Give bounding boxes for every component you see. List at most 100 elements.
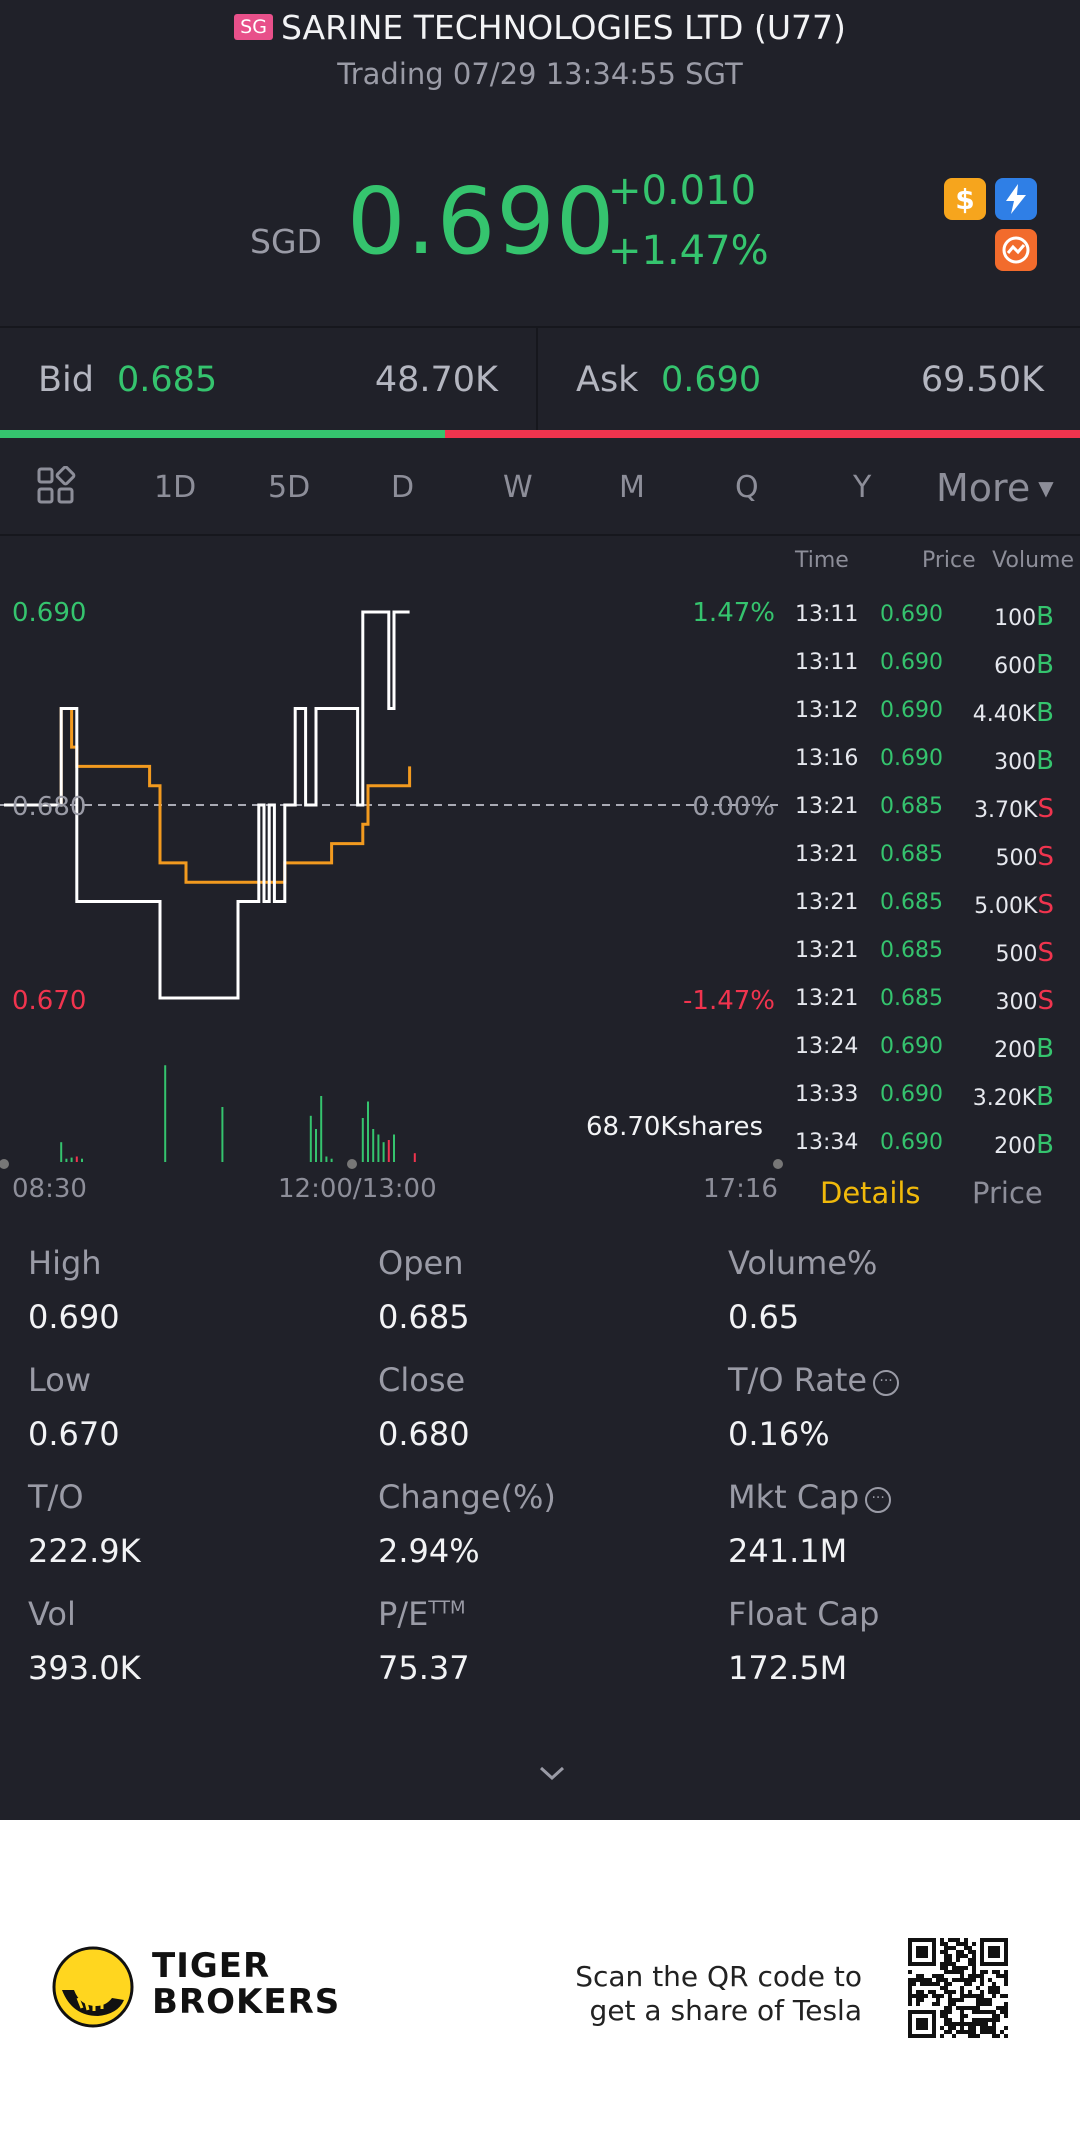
qr-module [976, 1974, 980, 1978]
tab-q[interactable]: Q [735, 470, 759, 505]
qr-module [948, 2002, 952, 2006]
qr-module [920, 1978, 924, 1982]
qr-module [940, 2026, 944, 2030]
tick-volume: 200B [994, 1130, 1054, 1160]
qr-module [952, 1998, 956, 2002]
dollar-icon[interactable]: $ [944, 178, 986, 220]
tab-y[interactable]: Y [853, 470, 871, 505]
qr-module [944, 1978, 948, 1982]
qr-module [956, 1954, 960, 1958]
qr-module [908, 2002, 912, 2006]
stat-label-text: Close [378, 1361, 466, 1399]
qr-module [916, 2002, 920, 2006]
qr-finder [916, 2018, 928, 2030]
qr-module [960, 1950, 964, 1954]
market-badge: SG [234, 14, 273, 40]
tab-price[interactable]: Price [972, 1176, 1043, 1210]
qr-module [952, 1978, 956, 1982]
qr-module [972, 2026, 976, 2030]
tick-side: S [1037, 842, 1054, 872]
lightning-icon[interactable] [995, 178, 1037, 220]
qr-module [972, 1974, 976, 1978]
more-periods-dropdown[interactable]: More ▼ [936, 466, 1054, 510]
tab-1d[interactable]: 1D [154, 470, 196, 505]
tab-m[interactable]: M [619, 470, 645, 505]
qr-module [968, 1962, 972, 1966]
tab-5d[interactable]: 5D [268, 470, 310, 505]
qr-module [944, 2022, 948, 2026]
qr-module [996, 2014, 1000, 2018]
qr-module [936, 1994, 940, 1998]
tick-time: 13:21 [795, 890, 859, 915]
bid-price: 0.685 [117, 360, 218, 400]
qr-module [1004, 1982, 1008, 1986]
qr-module [988, 1986, 992, 1990]
qr-module [924, 1978, 928, 1982]
stat-label: Volume% [728, 1244, 877, 1282]
qr-module [1004, 2026, 1008, 2030]
qr-module [960, 1970, 964, 1974]
tab-w[interactable]: W [503, 470, 533, 505]
qr-module [940, 1986, 944, 1990]
qr-module [948, 1970, 952, 1974]
grid-layout-icon[interactable] [36, 465, 76, 510]
tick-time: 13:33 [795, 1082, 859, 1107]
qr-module [988, 2010, 992, 2014]
tick-volume-value: 200 [994, 1038, 1037, 1063]
qr-module [1004, 2034, 1008, 2038]
qr-module [916, 1998, 920, 2002]
intraday-chart[interactable] [0, 540, 790, 1170]
qr-module [964, 2022, 968, 2026]
info-icon[interactable]: ··· [865, 1487, 892, 1513]
pe-ttm-superscript: TTM [428, 1597, 466, 1619]
info-icon[interactable]: ··· [873, 1370, 900, 1396]
chevron-down-icon[interactable] [535, 1762, 569, 1788]
qr-module [956, 2022, 960, 2026]
tick-time: 13:11 [795, 650, 859, 675]
qr-module [940, 1950, 944, 1954]
stat-label-text: Mkt Cap [728, 1478, 860, 1516]
tab-details[interactable]: Details [820, 1176, 921, 1210]
qr-module [948, 2018, 952, 2022]
tick-price: 0.690 [880, 602, 943, 627]
qr-module [928, 1990, 932, 1994]
stat-value: 75.37 [378, 1649, 470, 1687]
qr-module [964, 1938, 968, 1942]
tick-volume-value: 3.70K [974, 798, 1038, 823]
ticks-header-volume: Volume [992, 548, 1074, 573]
chart-badge-icon[interactable] [995, 229, 1037, 271]
stat-label-text: High [28, 1244, 102, 1282]
tick-time: 13:21 [795, 986, 859, 1011]
tiger-brokers-brand: TIGER BROKERS [152, 1948, 340, 2020]
qr-module [976, 2010, 980, 2014]
tick-time: 13:21 [795, 794, 859, 819]
qr-module [936, 1978, 940, 1982]
stock-name: SARINE TECHNOLOGIES LTD (U77) [280, 8, 846, 47]
stat-label-text: Open [378, 1244, 464, 1282]
qr-module [968, 2030, 972, 2034]
qr-module [932, 1994, 936, 1998]
qr-module [916, 1990, 920, 1994]
qr-module [936, 1998, 940, 2002]
qr-module [956, 2030, 960, 2034]
qr-module [972, 2030, 976, 2034]
stat-value: 222.9K [28, 1532, 141, 1570]
tick-price: 0.690 [880, 1082, 943, 1107]
brand-line2: BROKERS [152, 1982, 341, 2022]
qr-module [952, 1990, 956, 1994]
bid-volume-bar [0, 430, 445, 438]
qr-module [960, 2010, 964, 2014]
qr-module [920, 1974, 924, 1978]
qr-module [968, 1958, 972, 1962]
qr-module [956, 1950, 960, 1954]
tick-side: B [1036, 698, 1054, 728]
qr-module [948, 2030, 952, 2034]
qr-module [956, 1966, 960, 1970]
brand-line1: TIGER [152, 1946, 271, 1986]
qr-module [944, 1970, 948, 1974]
qr-code-icon[interactable] [908, 1938, 1008, 2038]
qr-module [972, 1950, 976, 1954]
stat-label: Vol [28, 1595, 76, 1633]
time-marker [347, 1159, 357, 1169]
tab-d[interactable]: D [391, 470, 414, 505]
